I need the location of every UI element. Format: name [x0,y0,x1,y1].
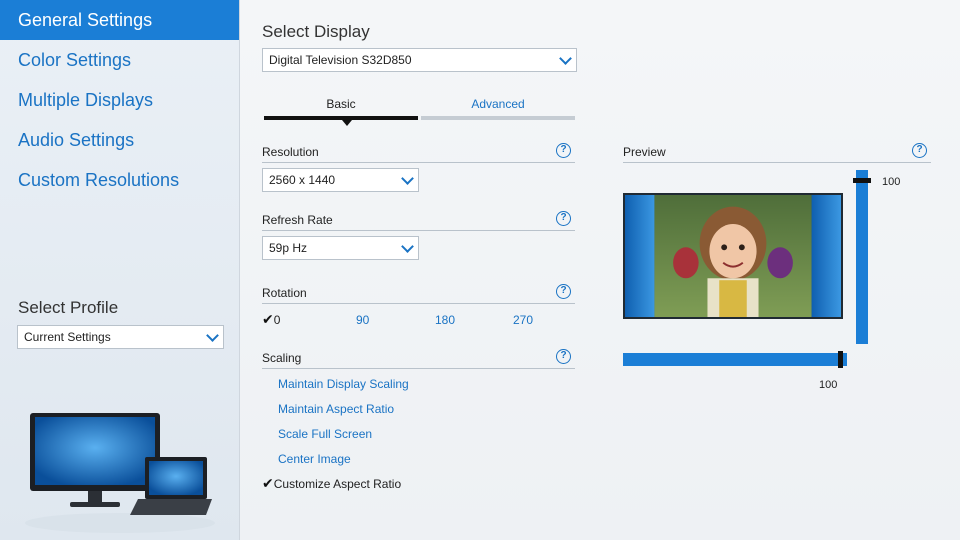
rotation-option-180[interactable]: 180 [435,313,455,327]
nav-color-settings[interactable]: Color Settings [0,40,239,80]
nav-custom-resolutions[interactable]: Custom Resolutions [0,160,239,200]
rotation-label: Rotation [262,286,307,300]
horizontal-size-slider[interactable] [623,353,847,366]
rotation-option-90[interactable]: 90 [356,313,369,327]
scaling-option-center-image[interactable]: Center Image [278,452,351,466]
display-dropdown[interactable]: Digital Television S32D850 [262,48,577,72]
select-display-title: Select Display [262,22,370,41]
tab-basic[interactable]: Basic [264,97,418,111]
help-icon[interactable]: ? [556,143,571,158]
monitor-laptop-illustration [25,413,215,533]
main-panel: Select Display Digital Television S32D85… [241,0,960,540]
preview-image [623,193,843,319]
nav-general-settings[interactable]: General Settings [0,0,239,40]
tab-advanced[interactable]: Advanced [421,97,575,111]
chevron-down-icon [396,169,418,191]
scaling-option-customize-label: Customize Aspect Ratio [273,477,402,491]
chevron-down-icon [201,326,223,348]
horizontal-slider-value: 100 [819,379,838,391]
vertical-size-slider[interactable] [856,170,868,344]
nav-multiple-displays[interactable]: Multiple Displays [0,80,239,120]
refresh-rate-dropdown[interactable]: 59p Hz [262,236,419,260]
display-dropdown-value: Digital Television S32D850 [269,53,412,67]
resolution-section: Resolution ? [262,143,575,163]
rotation-option-0[interactable]: ✔0 [262,311,280,328]
nav-audio-settings[interactable]: Audio Settings [0,120,239,160]
sidebar: General Settings Color Settings Multiple… [0,0,240,540]
rotation-option-270[interactable]: 270 [513,313,533,327]
rotation-section: Rotation ? [262,284,575,304]
vertical-slider-value: 100 [882,176,901,188]
chevron-down-icon [554,49,576,71]
rotation-option-0-label: 0 [273,313,281,327]
preview-label: Preview [623,145,666,159]
scaling-option-maintain-aspect[interactable]: Maintain Aspect Ratio [278,402,394,416]
select-profile-title: Select Profile [18,298,119,317]
profile-dropdown[interactable]: Current Settings [17,325,224,349]
help-icon[interactable]: ? [556,211,571,226]
scaling-option-maintain-display[interactable]: Maintain Display Scaling [278,377,409,391]
tab-basic-indicator [264,116,418,120]
checkmark-icon: ✔ [262,475,274,491]
tab-bar: Basic Advanced [264,97,575,127]
checkmark-icon: ✔ [262,311,274,327]
profile-dropdown-value: Current Settings [24,330,111,344]
help-icon[interactable]: ? [912,143,927,158]
preview-section: Preview ? [623,143,931,163]
caret-down-icon [342,120,352,126]
refresh-section: Refresh Rate ? [262,211,575,231]
scaling-option-full-screen[interactable]: Scale Full Screen [278,427,372,441]
refresh-rate-value: 59p Hz [269,241,308,255]
tab-advanced-indicator [421,116,575,120]
help-icon[interactable]: ? [556,284,571,299]
chevron-down-icon [396,237,418,259]
resolution-dropdown[interactable]: 2560 x 1440 [262,168,419,192]
scaling-label: Scaling [262,351,302,365]
vertical-slider-thumb[interactable] [853,178,871,183]
scaling-section: Scaling ? [262,349,575,369]
resolution-value: 2560 x 1440 [269,173,336,187]
resolution-label: Resolution [262,145,319,159]
horizontal-slider-thumb[interactable] [838,351,843,368]
scaling-option-customize-aspect[interactable]: ✔Customize Aspect Ratio [262,475,401,492]
refresh-rate-label: Refresh Rate [262,213,333,227]
help-icon[interactable]: ? [556,349,571,364]
